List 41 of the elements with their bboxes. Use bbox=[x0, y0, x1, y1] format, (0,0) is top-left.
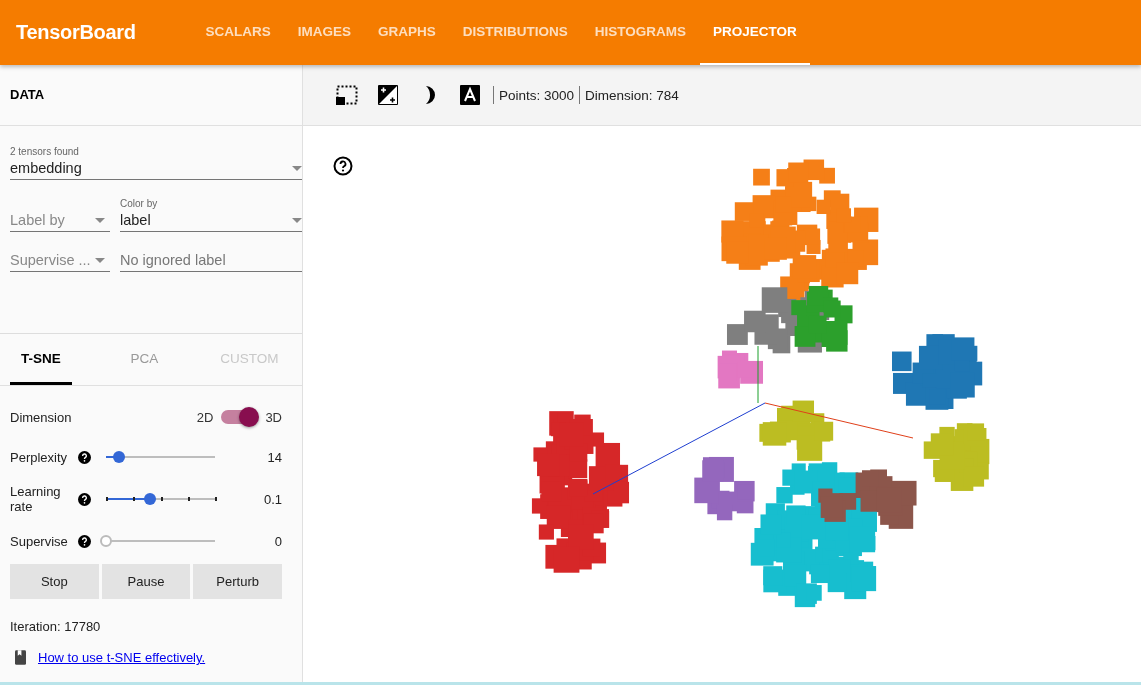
slider-thumb[interactable] bbox=[113, 451, 126, 463]
dimension-count: Dimension: 784 bbox=[585, 87, 679, 103]
nav-tab[interactable]: DISTRIBUTIONS bbox=[449, 0, 582, 65]
help-icon[interactable] bbox=[78, 492, 91, 506]
tensor-dropdown[interactable]: 2 tensors found embedding bbox=[10, 146, 302, 180]
toggle-label: 3D bbox=[265, 409, 282, 425]
help-link[interactable]: How to use t-SNE effectively. bbox=[38, 650, 206, 665]
slider-label: Learning rate bbox=[10, 484, 62, 514]
method-tab[interactable]: T-SNE bbox=[10, 334, 72, 385]
method-tab[interactable]: PCA bbox=[92, 334, 197, 385]
action-button[interactable]: Perturb bbox=[193, 564, 282, 599]
action-button[interactable]: Stop bbox=[10, 564, 99, 599]
selection-icon[interactable] bbox=[336, 85, 358, 105]
nav-tab[interactable]: IMAGES bbox=[284, 0, 365, 65]
slider-label: Supervise bbox=[10, 533, 69, 549]
slider-label: Perplexity bbox=[10, 449, 69, 465]
toggle-label: 2D bbox=[196, 409, 214, 425]
help-icon[interactable] bbox=[78, 450, 91, 464]
contrast-icon[interactable] bbox=[377, 85, 399, 105]
dimension-toggle[interactable] bbox=[221, 410, 258, 424]
help-icon[interactable] bbox=[333, 156, 353, 176]
points-count: Points: 3000 bbox=[499, 87, 575, 103]
slider-value: 0.1 bbox=[262, 491, 282, 507]
slider-thumb[interactable] bbox=[143, 493, 156, 505]
help-icon[interactable] bbox=[78, 534, 91, 548]
ignored-label-field[interactable]: No ignored label bbox=[120, 252, 302, 272]
iteration-count: Iteration: 17780 bbox=[10, 619, 102, 634]
nav-tab[interactable]: SCALARS bbox=[192, 0, 285, 65]
supervise-dropdown[interactable]: Supervise ... bbox=[10, 250, 110, 272]
app-title: TensorBoard bbox=[16, 21, 137, 44]
nav-tab[interactable]: HISTOGRAMS bbox=[581, 0, 700, 65]
slider-value: 0 bbox=[273, 533, 282, 549]
slider-thumb[interactable] bbox=[100, 535, 112, 547]
slider-value: 14 bbox=[266, 449, 282, 465]
book-icon bbox=[15, 650, 26, 665]
label-icon[interactable] bbox=[459, 85, 481, 105]
color-by-dropdown[interactable]: Color by label bbox=[120, 198, 302, 232]
dimension-label: Dimension bbox=[10, 409, 72, 425]
nav-tab[interactable]: GRAPHS bbox=[364, 0, 450, 65]
action-button[interactable]: Pause bbox=[101, 564, 191, 599]
label-by-dropdown[interactable]: Label by bbox=[10, 198, 110, 232]
